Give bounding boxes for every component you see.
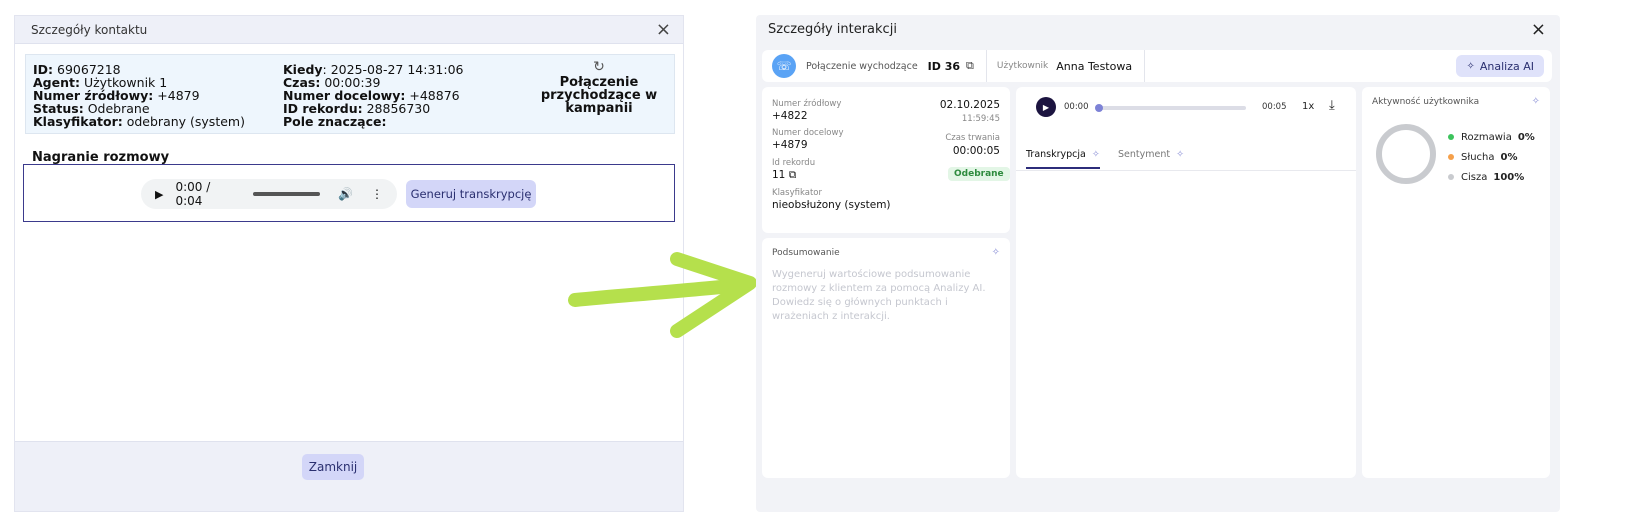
recording-label: Nagranie rozmowy [32,150,170,165]
campaign-text: Połączenie przychodzące w kampanii [540,75,658,116]
legend-dot [1448,134,1454,140]
transition-arrow-icon [568,252,757,338]
volume-icon[interactable]: 🔊 [338,187,353,201]
classifier-value: nieobsłużony (system) [772,199,891,211]
sparkle-icon: ✧ [1466,60,1475,72]
activity-donut-chart [1376,124,1436,184]
player-tabs: Transkrypcja ✧ Sentyment ✧ [1016,147,1356,171]
divider [985,50,987,82]
tab-transcription[interactable]: Transkrypcja ✧ [1026,149,1100,169]
outgoing-call-icon: ☏ [772,54,796,78]
close-icon[interactable]: × [1531,19,1546,40]
classifier-label: Klasyfikator: [33,114,123,129]
old-modal-title: Szczegóły kontaktu [31,22,148,37]
info-column-left: ID: 69067218 Agent: Użytkownik 1 Numer ź… [33,63,245,128]
legend-dot [1448,154,1454,160]
play-icon[interactable]: ▶ [1036,97,1056,117]
old-modal-header: Szczegóły kontaktu × [15,16,683,44]
classifier-label: Klasyfikator [772,188,822,198]
recording-box: ▶ 0:00 / 0:04 🔊 ⋮ Generuj transkrypcję [23,164,675,222]
new-modal-title: Szczegóły interakcji [768,22,897,37]
call-date: 02.10.2025 [939,99,1000,111]
audio-player[interactable]: ▶ 0:00 / 0:04 🔊 ⋮ [141,179,397,209]
audio-seek-bar[interactable] [252,192,321,196]
contact-info-panel: ID: 69067218 Agent: Użytkownik 1 Numer ź… [25,54,675,134]
source-number-value: +4879 [157,88,200,103]
call-type-label: Połączenie wychodzące [806,60,918,72]
record-id-label: Id rekordu [772,158,816,168]
copy-icon[interactable]: ⧉ [789,169,797,181]
play-icon[interactable]: ▶ [155,188,163,201]
tab-sentiment[interactable]: Sentyment ✧ [1118,149,1184,160]
playback-speed[interactable]: 1x [1302,101,1314,112]
ai-analysis-label: Analiza AI [1479,59,1534,73]
legend-dot [1448,174,1454,180]
activity-legend: Rozmawia 0% Słucha 0% Cisza 100% [1448,127,1535,187]
old-modal-footer: Zamknij [15,441,683,511]
campaign-call-icon: ↻ [593,59,605,75]
total-time: 00:05 [1262,102,1287,112]
new-interaction-modal: Szczegóły interakcji × ☏ Połączenie wych… [756,15,1560,512]
interaction-topbar: ☏ Połączenie wychodzące ID 36 ⧉ Użytkown… [762,50,1552,82]
source-number-label: Numer źródłowy [772,99,842,109]
summary-title: Podsumowanie [772,248,840,258]
target-number-label: Numer docelowy [772,128,844,138]
call-details-card: Numer źródłowy +4822 02.10.2025 11:59:45… [762,87,1010,233]
campaign-indicator: ↻ Połączenie przychodzące w kampanii [534,59,664,116]
summary-card: Podsumowanie ✧ Wygeneruj wartościowe pod… [762,238,1010,478]
user-activity-card: Aktywność użytkownika ✧ Rozmawia 0% Słuch… [1362,87,1550,478]
source-number-value: +4822 [772,110,808,122]
duration-label: Czas trwania [945,133,1000,143]
classifier-value: odebrany (system) [126,114,245,129]
activity-title: Aktywność użytkownika [1372,97,1480,107]
close-button[interactable]: Zamknij [302,454,364,480]
significant-field-label: Pole znaczące: [283,114,387,129]
donut-ring [1376,124,1436,184]
download-icon[interactable]: ⤓ [1329,98,1335,113]
user-label: Użytkownik [996,61,1049,71]
summary-placeholder: Wygeneruj wartościowe podsumowanie rozmo… [772,269,986,322]
copy-icon[interactable]: ⧉ [966,59,974,73]
legend-item: Rozmawia 0% [1448,127,1535,147]
player-card: ▶ 00:00 00:05 1x ⤓ Transkrypcja ✧ Sentyme… [1016,87,1356,478]
status-badge: Odebrane [948,167,1010,181]
legend-item: Cisza 100% [1448,167,1535,187]
generate-transcription-button[interactable]: Generuj transkrypcję [406,180,536,208]
ai-analysis-button[interactable]: ✧ Analiza AI [1456,55,1544,77]
interaction-id: ID 36 [927,59,961,73]
user-name: Anna Testowa [1056,59,1133,73]
seek-knob[interactable] [1095,104,1103,112]
sparkle-icon[interactable]: ✧ [992,247,1000,258]
info-column-right: Kiedy: 2025-08-27 14:31:06 Czas: 00:00:3… [283,63,464,128]
duration-value: 00:00:05 [952,145,1000,157]
sparkle-icon: ✧ [1176,149,1185,160]
current-time: 00:00 [1064,102,1089,112]
more-options-icon[interactable]: ⋮ [371,187,383,201]
sparkle-icon[interactable]: ✧ [1532,96,1540,107]
legend-item: Słucha 0% [1448,147,1535,167]
record-id-value: 11 ⧉ [772,169,797,181]
divider [1144,50,1146,82]
audio-seek-bar[interactable] [1095,104,1246,112]
call-time: 11:59:45 [961,114,1000,124]
sparkle-icon: ✧ [1091,149,1100,160]
audio-player: ▶ 00:00 00:05 1x ⤓ [1026,93,1346,123]
close-icon[interactable]: × [656,20,671,39]
target-number-value: +4879 [772,139,808,151]
audio-time: 0:00 / 0:04 [175,180,211,208]
